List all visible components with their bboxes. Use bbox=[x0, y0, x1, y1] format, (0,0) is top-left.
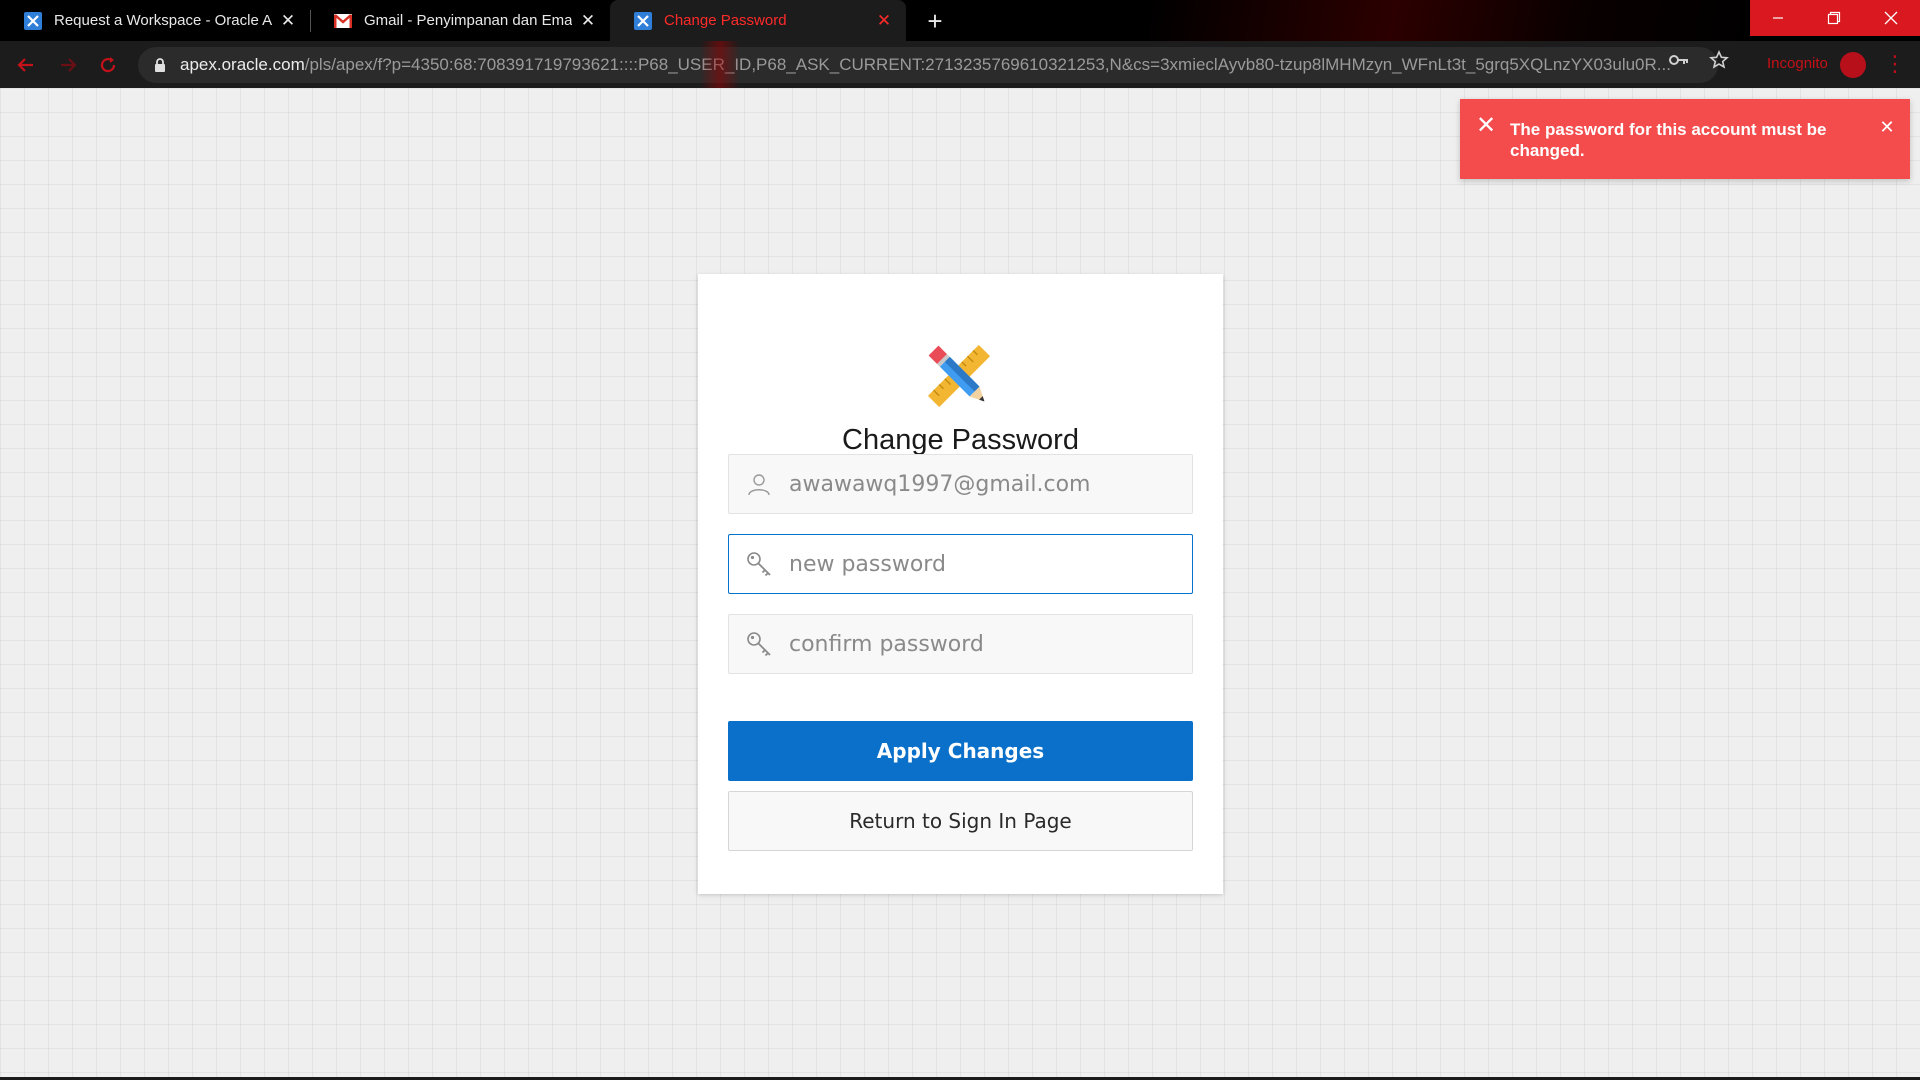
return-to-sign-in-button[interactable]: Return to Sign In Page bbox=[728, 791, 1193, 851]
incognito-label: Incognito bbox=[1767, 55, 1828, 72]
forward-arrow-icon[interactable] bbox=[52, 49, 84, 81]
back-arrow-icon[interactable] bbox=[10, 49, 42, 81]
browser-titlebar: Request a Workspace - Oracle Ap ✕ Gmail … bbox=[0, 0, 1920, 41]
lock-icon bbox=[152, 57, 168, 73]
page-background: ✕ The password for this account must be … bbox=[0, 88, 1920, 1080]
error-x-icon: ✕ bbox=[1475, 112, 1497, 139]
username-input[interactable] bbox=[789, 471, 1189, 497]
close-window-button[interactable] bbox=[1862, 0, 1920, 36]
page-title: Change Password bbox=[842, 424, 1079, 456]
apex-icon bbox=[24, 11, 42, 30]
browser-tab-request-workspace[interactable]: Request a Workspace - Oracle Ap ✕ bbox=[0, 0, 310, 41]
incognito-icon[interactable] bbox=[1840, 52, 1866, 78]
reload-icon[interactable] bbox=[92, 49, 124, 81]
change-password-card: Change Password Apply Changes Return to … bbox=[698, 274, 1223, 894]
close-icon[interactable]: ✕ bbox=[874, 11, 894, 31]
gmail-icon bbox=[334, 12, 352, 30]
url-text: apex.oracle.com/pls/apex/f?p=4350:68:708… bbox=[180, 55, 1670, 75]
address-bar[interactable]: apex.oracle.com/pls/apex/f?p=4350:68:708… bbox=[138, 47, 1718, 83]
menu-kebab-icon[interactable]: ⋮ bbox=[1884, 51, 1906, 79]
url-path: /pls/apex/f?p=4350:68:708391719793621:::… bbox=[304, 55, 1670, 74]
url-host: apex.oracle.com bbox=[180, 55, 305, 74]
new-password-field[interactable] bbox=[728, 534, 1193, 594]
restore-button[interactable] bbox=[1806, 0, 1862, 36]
tab-title: Change Password bbox=[664, 12, 787, 29]
key-icon[interactable] bbox=[1668, 49, 1690, 71]
confirm-password-field[interactable] bbox=[728, 614, 1193, 674]
username-field[interactable] bbox=[728, 454, 1193, 514]
close-icon[interactable]: ✕ bbox=[1876, 117, 1898, 139]
key-icon bbox=[744, 549, 774, 579]
user-icon bbox=[744, 469, 774, 499]
browser-tab-gmail[interactable]: Gmail - Penyimpanan dan Email G ✕ bbox=[310, 0, 610, 41]
close-icon[interactable]: ✕ bbox=[278, 11, 298, 31]
bookmark-star-icon[interactable] bbox=[1708, 49, 1730, 71]
close-icon[interactable]: ✕ bbox=[578, 11, 598, 31]
error-alert: ✕ The password for this account must be … bbox=[1460, 99, 1910, 179]
tab-title: Request a Workspace - Oracle Ap bbox=[54, 12, 272, 29]
pencil-ruler-icon bbox=[921, 338, 997, 414]
browser-tab-change-password[interactable]: Change Password ✕ bbox=[610, 0, 906, 41]
browser-toolbar: apex.oracle.com/pls/apex/f?p=4350:68:708… bbox=[0, 41, 1920, 88]
new-tab-button[interactable]: + bbox=[920, 6, 950, 36]
tab-title: Gmail - Penyimpanan dan Email G bbox=[364, 12, 572, 29]
apex-icon bbox=[634, 11, 652, 30]
confirm-password-input[interactable] bbox=[789, 631, 1189, 657]
apply-changes-button[interactable]: Apply Changes bbox=[728, 721, 1193, 781]
alert-message: The password for this account must be ch… bbox=[1510, 120, 1827, 160]
new-password-input[interactable] bbox=[789, 551, 1189, 577]
key-icon bbox=[744, 629, 774, 659]
minimize-button[interactable] bbox=[1750, 0, 1806, 36]
